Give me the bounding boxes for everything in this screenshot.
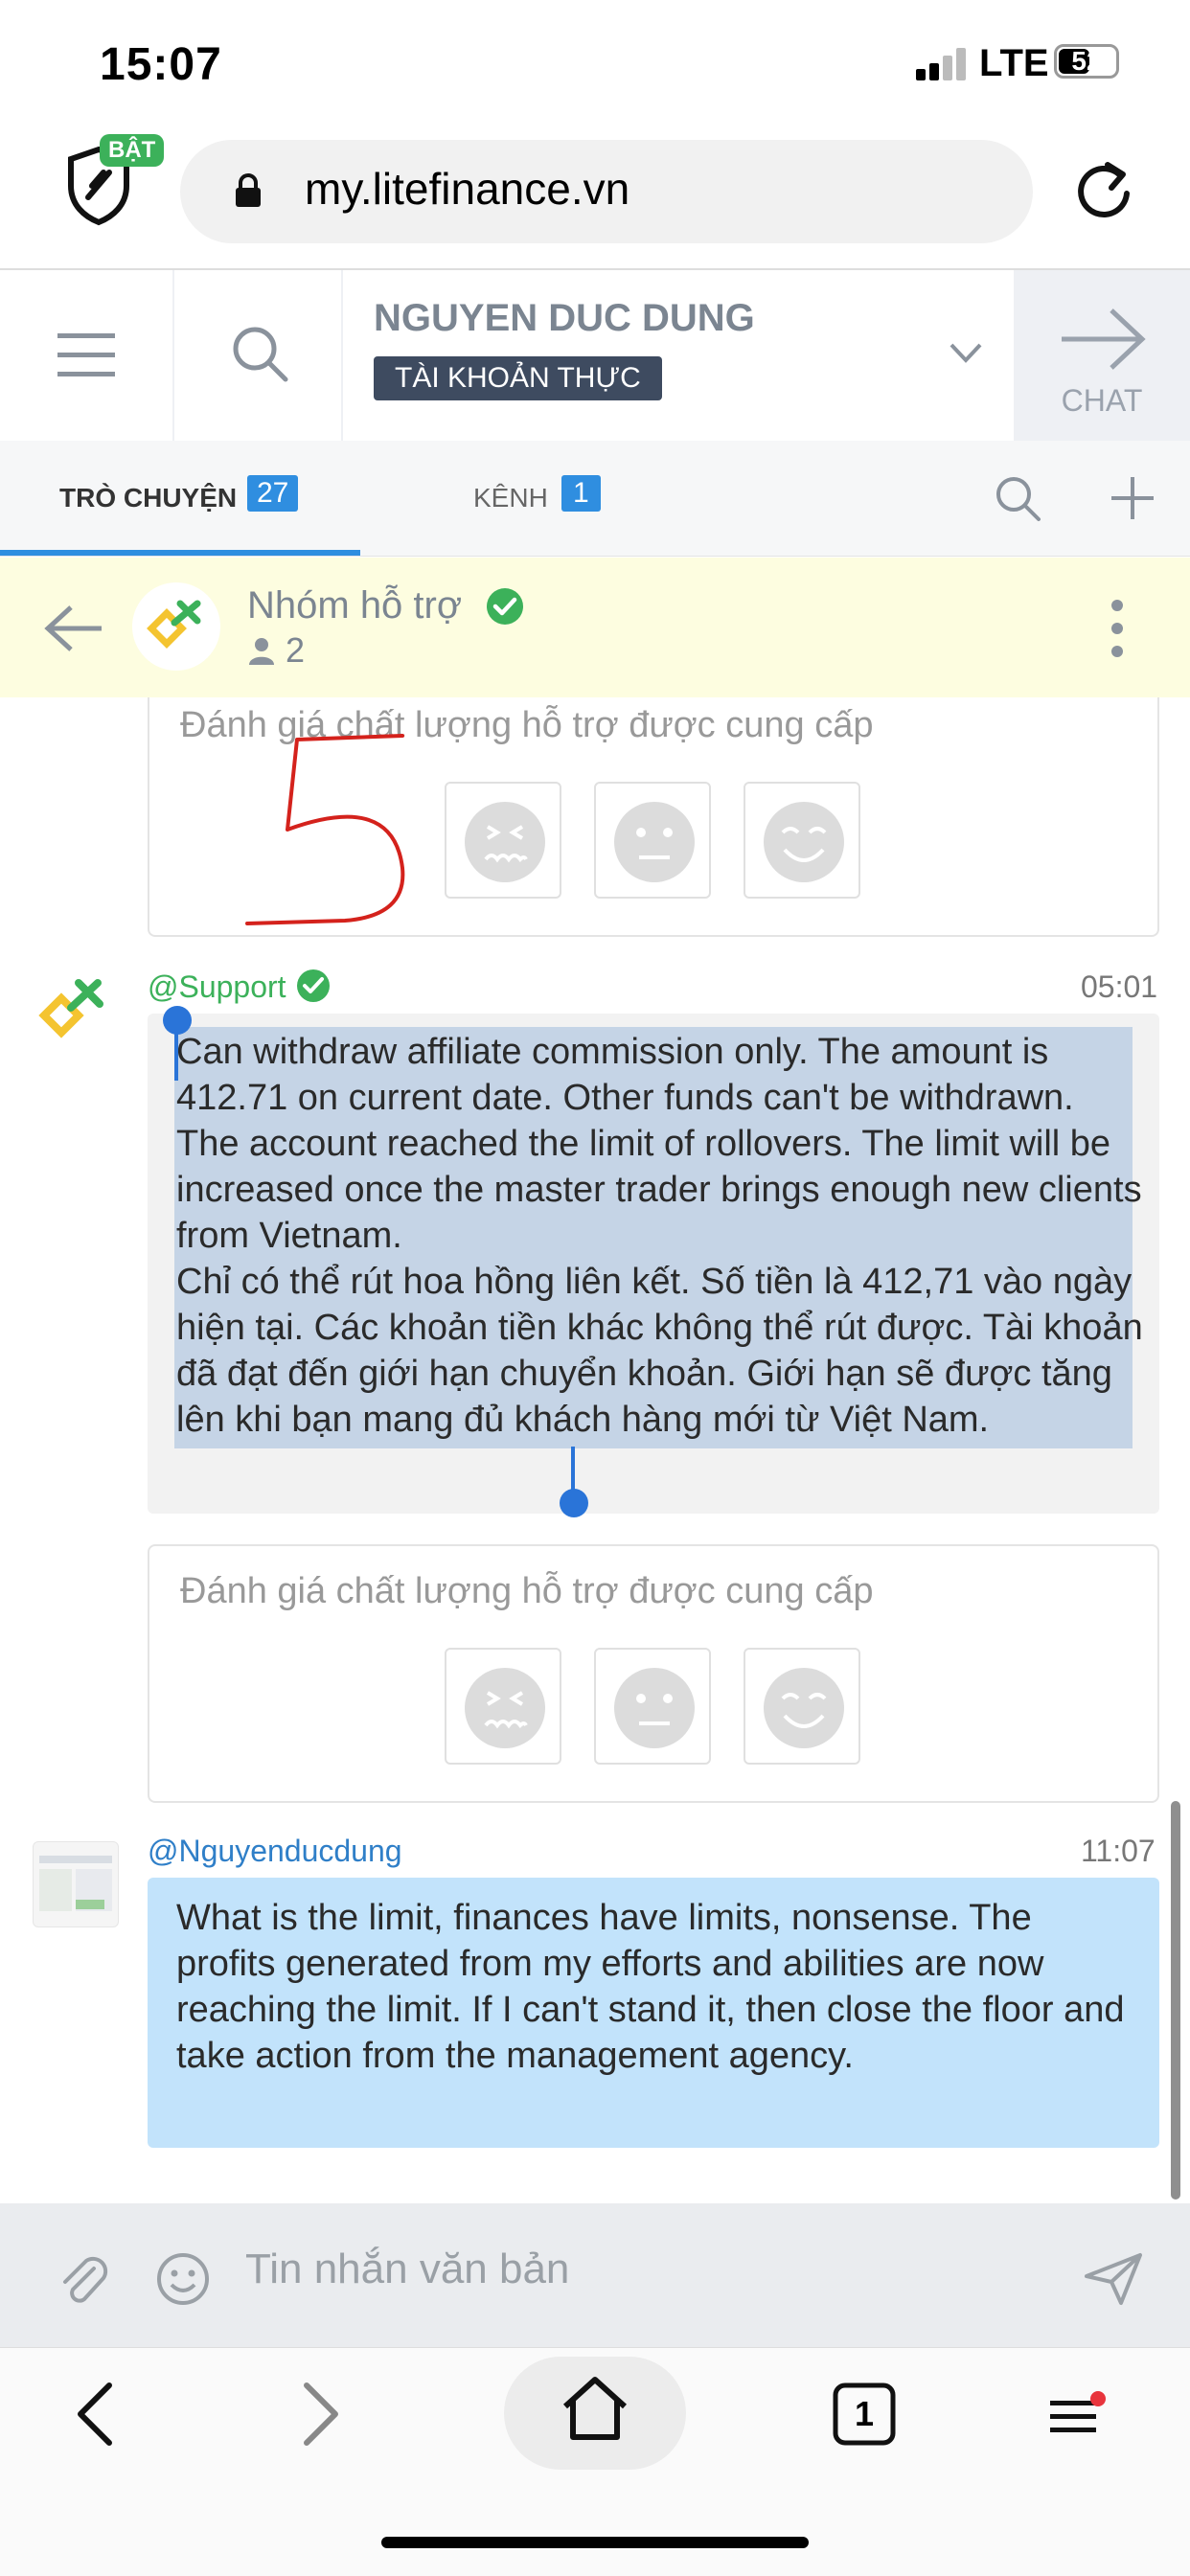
tab-chats-count: 27 (247, 475, 299, 512)
selection-end-handle[interactable] (560, 1489, 588, 1517)
menu-button[interactable] (0, 270, 172, 441)
account-name: NGUYEN DUC DUNG (374, 297, 755, 339)
chevron-left-icon[interactable] (71, 2380, 117, 2449)
rating-happy-button[interactable] (744, 782, 860, 899)
rating-neutral-button[interactable] (594, 1648, 711, 1765)
lock-icon (236, 173, 261, 207)
happy-face-icon (764, 1668, 844, 1748)
annotation-number (245, 734, 405, 925)
rating-neutral-button[interactable] (594, 782, 711, 899)
reload-icon[interactable] (1071, 155, 1136, 220)
battery-percent: 52 (1071, 46, 1102, 76)
paperclip-icon[interactable] (56, 2251, 111, 2307)
neutral-face-icon (614, 1668, 695, 1748)
more-vertical-icon[interactable] (1111, 598, 1123, 659)
happy-face-icon (764, 802, 844, 882)
message-time: 11:07 (1081, 1834, 1156, 1868)
selection-start-caret (174, 1027, 178, 1081)
account-selector[interactable] (343, 270, 1014, 441)
chevron-right-icon[interactable] (299, 2380, 345, 2449)
search-icon[interactable] (993, 473, 1042, 523)
message-text[interactable]: Can withdraw affiliate commission only. … (176, 1029, 1144, 1443)
active-tab-indicator (0, 550, 360, 556)
search-button[interactable] (174, 270, 341, 441)
status-time: 15:07 (100, 39, 222, 90)
home-indicator[interactable] (381, 2537, 809, 2548)
group-avatar[interactable] (132, 582, 220, 671)
user-avatar[interactable] (33, 1841, 119, 1927)
person-icon (249, 638, 274, 665)
arrow-right-icon (1062, 308, 1146, 370)
support-avatar[interactable] (38, 973, 111, 1046)
sad-face-icon (465, 1668, 545, 1748)
group-member-count: 2 (286, 630, 306, 670)
tabs-count: 1 (854, 2394, 875, 2433)
url-text: my.litefinance.vn (305, 164, 630, 214)
hamburger-icon (57, 333, 115, 376)
sad-face-icon (465, 802, 545, 882)
chat-scrollbar[interactable] (1171, 1801, 1180, 2200)
group-name: Nhóm hỗ trợ (247, 584, 463, 627)
verified-check-icon (487, 588, 523, 625)
rating-card: Đánh giá chất lượng hỗ trợ được cung cấp (148, 1544, 1159, 1803)
rating-sad-button[interactable] (445, 782, 561, 899)
plus-icon[interactable] (1108, 473, 1157, 523)
message-text[interactable]: What is the limit, finances have limits,… (176, 1895, 1134, 2079)
tab-channels-count: 1 (561, 475, 601, 512)
emoji-icon[interactable] (155, 2251, 211, 2307)
verified-check-icon (297, 969, 330, 1002)
tab-channels[interactable]: KÊNH (473, 483, 548, 513)
shield-status-badge: BẬT (100, 134, 165, 167)
chevron-down-icon[interactable] (949, 341, 983, 364)
rating-title: Đánh giá chất lượng hỗ trợ được cung cấp (180, 1571, 874, 1611)
rating-happy-button[interactable] (744, 1648, 860, 1765)
battery-icon: 52 (1054, 44, 1119, 79)
network-type: LTE (979, 42, 1049, 84)
rating-sad-button[interactable] (445, 1648, 561, 1765)
browser-menu-icon[interactable] (1048, 2389, 1108, 2437)
account-type-badge: TÀI KHOẢN THỰC (374, 356, 662, 400)
message-time: 05:01 (1081, 969, 1158, 1004)
tab-chats-label: TRÒ CHUYỆN (59, 483, 238, 513)
message-author[interactable]: @Support (148, 969, 286, 1005)
selection-end-caret (571, 1447, 575, 1494)
neutral-face-icon (614, 802, 695, 882)
message-author[interactable]: @Nguyenducdung (148, 1834, 402, 1869)
litefinance-logo-icon (147, 600, 201, 649)
send-icon[interactable] (1083, 2251, 1144, 2307)
signal-strength-icon (916, 48, 970, 80)
selection-start-handle[interactable] (163, 1006, 192, 1035)
search-icon (233, 327, 288, 382)
back-arrow-icon[interactable] (42, 604, 105, 653)
home-icon (562, 2377, 628, 2440)
message-input[interactable]: Tin nhắn văn bản (245, 2245, 973, 2307)
chat-label: CHAT (1061, 383, 1143, 418)
